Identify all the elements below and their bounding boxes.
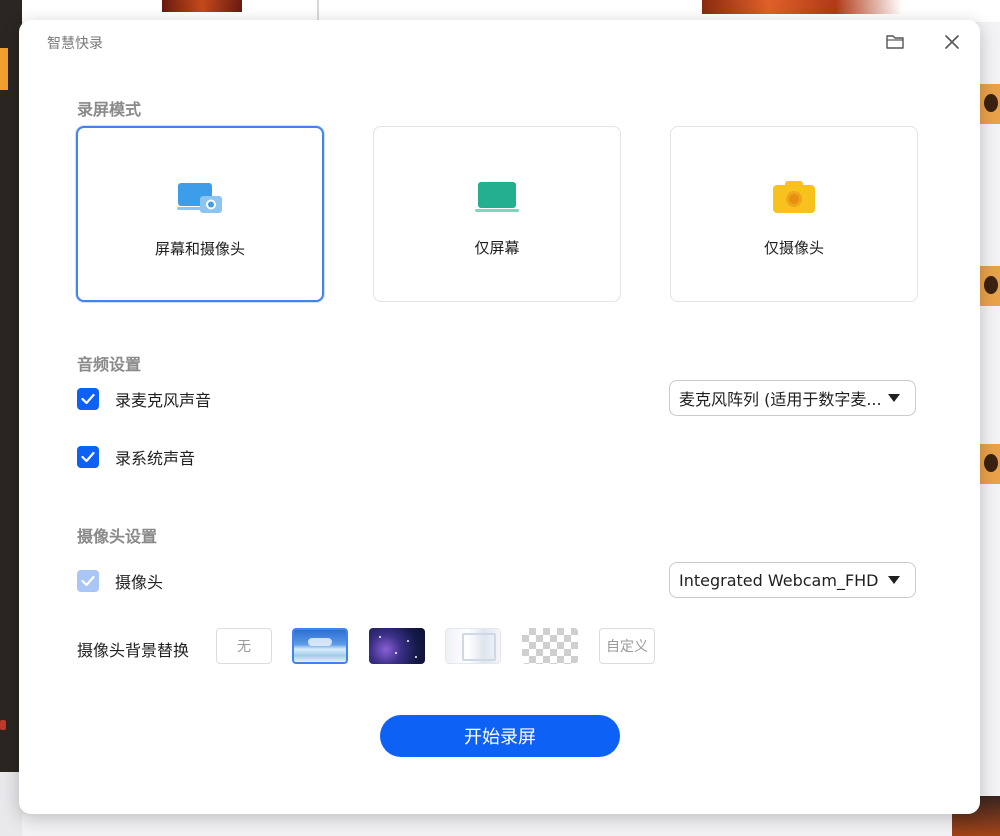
background-option-transparent[interactable] — [522, 628, 578, 664]
record-mic-checkbox[interactable]: 录麦克风声音 — [77, 387, 211, 411]
mic-device-dropdown[interactable]: 麦克风阵列 (适用于数字麦... — [669, 380, 916, 416]
desktop-accent — [0, 48, 8, 90]
galaxy-thumbnail-image — [407, 640, 409, 642]
mode-label: 仅摄像头 — [763, 239, 824, 257]
open-folder-button[interactable] — [883, 30, 907, 54]
close-button[interactable] — [940, 30, 964, 54]
desktop-top-strip — [22, 0, 1000, 22]
desktop-wallpaper — [702, 0, 902, 14]
mic-device-value: 麦克风阵列 (适用于数字麦... — [679, 390, 882, 409]
galaxy-thumbnail-image — [395, 652, 397, 654]
background-none-label: 无 — [237, 639, 251, 655]
checkbox[interactable] — [77, 446, 99, 468]
record-mic-label: 录麦克风声音 — [115, 391, 212, 410]
caret-down-icon — [888, 394, 900, 402]
background-custom-label: 自定义 — [606, 639, 648, 655]
checkbox[interactable] — [77, 570, 99, 592]
checkmark-icon — [81, 451, 95, 463]
camera-background-label: 摄像头背景替换 — [77, 641, 190, 660]
camera-icon — [770, 179, 818, 219]
desktop-wallpaper — [162, 0, 242, 12]
mode-card-screen-and-camera[interactable]: 屏幕和摄像头 — [76, 126, 324, 302]
screen-icon — [473, 179, 521, 219]
mode-label: 仅屏幕 — [474, 239, 520, 257]
thumbnail-image — [980, 84, 1000, 124]
recorder-dialog: 智慧快录 录屏模式 屏幕和摄像头 仅屏幕 仅摄像头 音频设置 录麦克风声音 麦克… — [19, 20, 980, 814]
start-recording-button[interactable]: 开始录屏 — [380, 715, 620, 757]
galaxy-thumbnail-image — [379, 636, 381, 638]
checkmark-icon — [81, 393, 95, 405]
thumbnail-image — [980, 444, 1000, 484]
divider — [317, 0, 319, 22]
desktop-bottom-strip — [22, 796, 1000, 836]
room-thumbnail-image — [462, 633, 496, 661]
desktop-accent — [0, 720, 6, 730]
background-option-beach[interactable] — [292, 628, 348, 664]
camera-checkbox[interactable]: 摄像头 — [77, 569, 163, 593]
desktop-right-strip — [978, 22, 1000, 836]
camera-device-dropdown[interactable]: Integrated Webcam_FHD — [669, 562, 916, 598]
record-system-audio-label: 录系统声音 — [115, 449, 196, 468]
camera-settings-title: 摄像头设置 — [77, 527, 158, 546]
record-system-audio-checkbox[interactable]: 录系统声音 — [77, 445, 195, 469]
background-option-custom[interactable]: 自定义 — [599, 628, 655, 664]
mode-label: 屏幕和摄像头 — [154, 240, 245, 258]
screen-camera-icon — [176, 180, 224, 220]
background-option-room[interactable] — [445, 628, 501, 664]
background-option-galaxy[interactable] — [369, 628, 425, 664]
galaxy-thumbnail-image — [415, 656, 417, 658]
background-option-none[interactable]: 无 — [216, 628, 272, 664]
close-icon — [945, 35, 959, 49]
window-title: 智慧快录 — [47, 36, 103, 52]
thumbnail-image — [980, 266, 1000, 306]
beach-thumbnail-image — [308, 638, 332, 646]
checkbox[interactable] — [77, 388, 99, 410]
camera-device-value: Integrated Webcam_FHD — [679, 570, 879, 590]
audio-settings-title: 音频设置 — [77, 355, 142, 374]
record-mode-title: 录屏模式 — [77, 100, 142, 119]
caret-down-icon — [888, 576, 900, 584]
mode-card-camera-only[interactable]: 仅摄像头 — [670, 126, 918, 302]
mode-card-screen-only[interactable]: 仅屏幕 — [373, 126, 621, 302]
camera-label: 摄像头 — [115, 573, 164, 592]
folder-icon — [886, 35, 904, 49]
checkmark-icon — [81, 575, 95, 587]
